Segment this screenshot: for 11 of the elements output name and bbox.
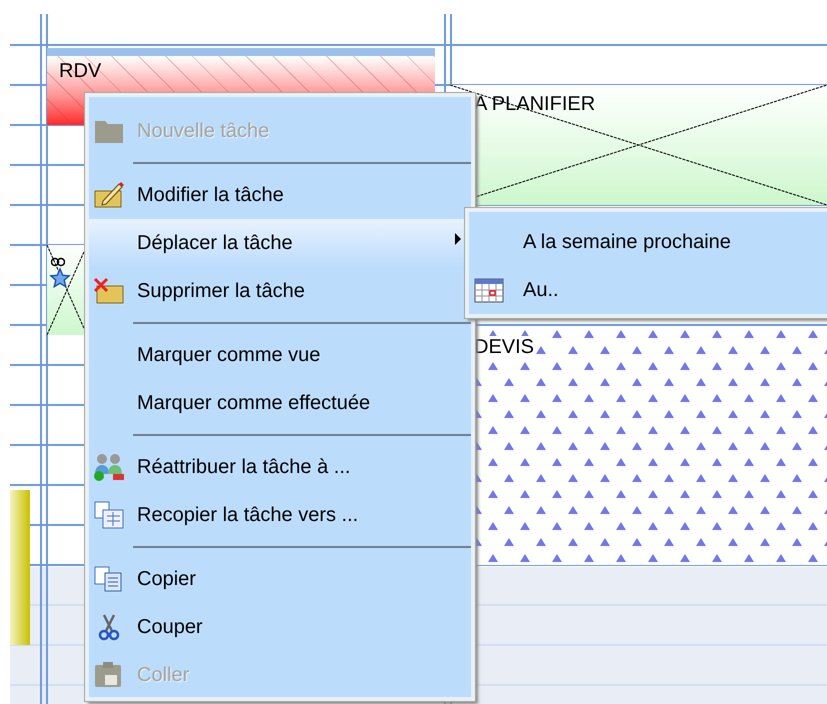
pencil-icon [93,181,125,209]
menu-item[interactable]: A la semaine prochaine [469,218,827,266]
users-icon [93,452,125,482]
menu-item[interactable]: Couper [89,603,471,651]
menu-item[interactable]: Au.. [469,266,827,314]
star-icon [49,267,71,289]
task-title: RDV [59,60,102,82]
folder-cross-icon [93,277,125,305]
calendar-icon [473,276,505,304]
documents-icon [93,500,125,530]
task-block[interactable] [47,245,87,335]
